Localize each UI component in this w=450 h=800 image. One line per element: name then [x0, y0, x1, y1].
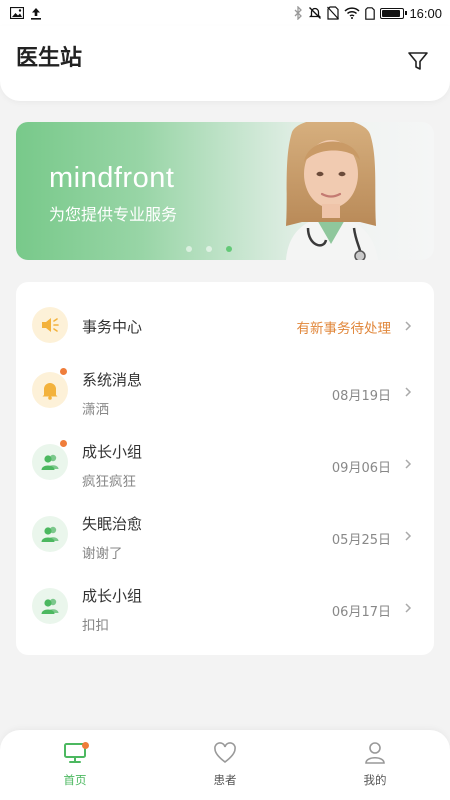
monitor-icon: [62, 740, 89, 766]
item-subtitle: 谢谢了: [82, 546, 123, 562]
unread-badge: [59, 367, 68, 376]
carousel-dot-active[interactable]: [226, 246, 232, 252]
sim-icon: [365, 6, 376, 20]
nav-label: 患者: [213, 773, 237, 787]
upload-icon: [30, 7, 42, 20]
item-title: 成长小组: [82, 443, 143, 461]
list-item-system-message[interactable]: 系统消息 潇洒 08月19日: [16, 355, 434, 427]
chevron-right-icon: [405, 531, 412, 541]
list-item-affairs-center[interactable]: 事务中心 有新事务待处理: [16, 289, 434, 361]
item-date: 06月17日: [331, 605, 391, 620]
item-meta: 有新事务待处理: [296, 321, 392, 337]
item-title: 系统消息: [82, 371, 143, 389]
carousel-dots: [186, 246, 232, 252]
banner-subtitle: 为您提供专业服务: [49, 205, 178, 224]
bell-icon: [32, 372, 68, 408]
item-date: 08月19日: [331, 389, 391, 404]
doctor-image: [286, 122, 378, 260]
list-item-growth-group-2[interactable]: 成长小组 扣扣 06月17日: [16, 571, 434, 643]
chevron-right-icon: [405, 321, 412, 331]
nav-label: 首页: [63, 773, 87, 787]
item-subtitle: 疯狂疯狂: [82, 474, 136, 490]
bottom-nav: 首页 患者 我的: [0, 730, 450, 800]
chevron-right-icon: [405, 459, 412, 469]
banner-carousel[interactable]: mindfront 为您提供专业服务: [16, 122, 434, 260]
status-bar: 16:00: [0, 0, 450, 26]
nav-tab-home[interactable]: 首页: [45, 740, 105, 792]
nav-badge: [82, 742, 89, 749]
filter-button[interactable]: [406, 50, 430, 76]
heart-icon: [212, 740, 238, 766]
status-left: [10, 7, 42, 20]
nav-label: 我的: [363, 773, 387, 787]
item-title: 成长小组: [82, 587, 143, 605]
header: 医生站: [0, 26, 450, 101]
nav-tab-mine[interactable]: 我的: [345, 740, 405, 792]
bluetooth-icon: [293, 6, 303, 20]
chevron-right-icon: [405, 387, 412, 397]
message-list: 事务中心 有新事务待处理 系统消息 潇洒 08月19日 成长小组 疯狂疯狂 09…: [16, 282, 434, 655]
user-icon: [362, 740, 388, 766]
no-sim-icon: [327, 6, 340, 20]
group-icon: [32, 588, 68, 624]
unread-badge: [59, 439, 68, 448]
group-icon: [32, 444, 68, 480]
carousel-dot[interactable]: [206, 246, 212, 252]
group-icon: [32, 516, 68, 552]
wifi-icon: [344, 7, 360, 19]
mute-icon: [308, 6, 322, 20]
list-item-insomnia-cure[interactable]: 失眠治愈 谢谢了 05月25日: [16, 499, 434, 571]
status-right: 16:00: [293, 6, 442, 21]
chevron-right-icon: [405, 603, 412, 613]
item-subtitle: 潇洒: [82, 402, 109, 418]
item-subtitle: 扣扣: [82, 618, 109, 634]
item-title: 失眠治愈: [82, 515, 143, 533]
page-title: 医生站: [16, 46, 83, 71]
item-date: 09月06日: [331, 461, 391, 476]
nav-tab-patients[interactable]: 患者: [195, 740, 255, 792]
filter-icon: [407, 50, 429, 76]
list-item-growth-group[interactable]: 成长小组 疯狂疯狂 09月06日: [16, 427, 434, 499]
item-title: 事务中心: [82, 318, 143, 336]
speaker-icon: [32, 307, 68, 343]
carousel-dot[interactable]: [186, 246, 192, 252]
item-date: 05月25日: [331, 533, 391, 548]
image-icon: [10, 7, 24, 19]
banner-title: mindfront: [49, 162, 175, 194]
battery-icon: [380, 7, 408, 19]
status-time: 16:00: [409, 5, 442, 21]
